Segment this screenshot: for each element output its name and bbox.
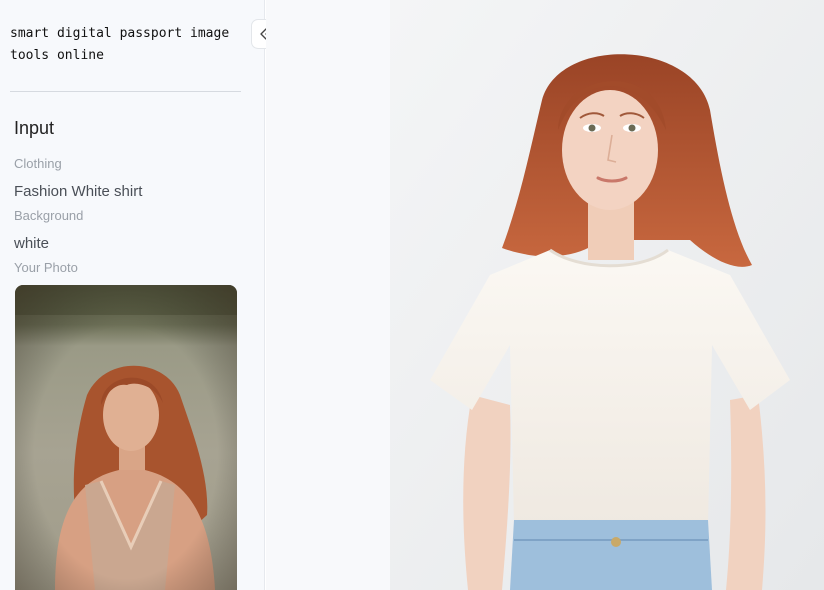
clothing-label: Clothing xyxy=(14,156,62,171)
generated-passport-image xyxy=(390,0,824,590)
app-title: smart digital passport image tools onlin… xyxy=(10,26,230,63)
input-section-heading: Input xyxy=(14,118,55,138)
background-value: white xyxy=(14,235,50,252)
background-label: Background xyxy=(14,208,84,223)
clothing-value: Fashion White shirt xyxy=(14,183,143,200)
your-photo-label: Your Photo xyxy=(14,260,78,275)
uploaded-photo[interactable] xyxy=(15,285,237,590)
sidebar: smart digital passport image tools onlin… xyxy=(0,0,265,590)
content-gutter xyxy=(266,0,390,590)
sidebar-divider xyxy=(10,91,241,92)
